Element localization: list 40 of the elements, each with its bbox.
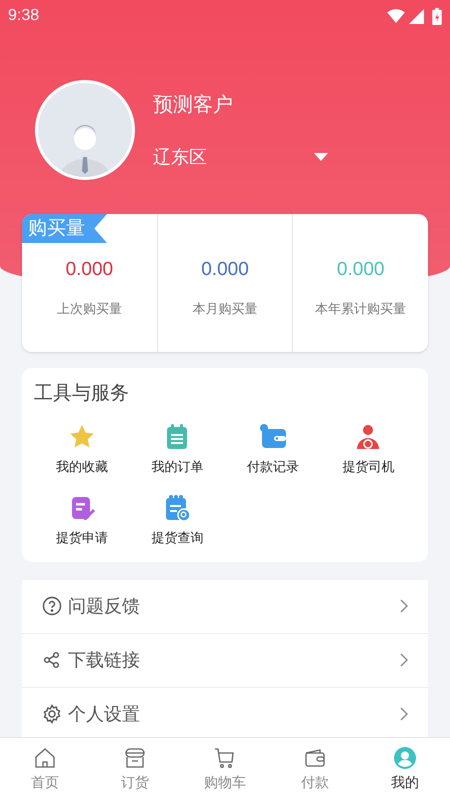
settings-icon — [42, 704, 62, 724]
wallet-icon — [258, 422, 287, 450]
tab-item[interactable]: 付款 — [270, 738, 360, 800]
tab-item[interactable]: 首页 — [0, 738, 90, 800]
tab-item[interactable]: 我的 — [360, 738, 450, 800]
dropdown-caret-icon[interactable] — [314, 153, 328, 161]
chevron-right-icon — [400, 653, 408, 667]
menu-row[interactable]: 问题反馈 — [22, 580, 428, 634]
share-icon — [42, 650, 62, 670]
wifi-icon — [387, 9, 405, 23]
store-icon — [123, 746, 147, 770]
signal-icon — [409, 8, 424, 24]
region-label: 辽东区 — [153, 146, 207, 168]
chevron-right-icon — [400, 707, 408, 721]
tool-item[interactable]: 提货司机 — [320, 422, 416, 476]
stat-label: 本月购买量 — [192, 300, 258, 318]
battery-icon — [432, 8, 442, 24]
document-search-icon — [163, 494, 192, 522]
stat-value: 0.000 — [66, 258, 114, 282]
status-time: 9:38 — [8, 6, 40, 26]
menu-row[interactable]: 下载链接 — [22, 634, 428, 688]
customer-name: 预测客户 — [153, 92, 234, 118]
tool-item[interactable]: 我的收藏 — [34, 422, 130, 476]
tab-item[interactable]: 订货 — [90, 738, 180, 800]
chevron-right-icon — [400, 599, 408, 613]
stat-label: 本年累计购买量 — [315, 300, 406, 318]
help-icon — [42, 596, 62, 616]
stat-label: 上次购买量 — [56, 300, 122, 318]
purchase-tag: 购买量 — [22, 214, 107, 243]
star-icon — [68, 422, 96, 450]
tool-item[interactable]: 提货查询 — [130, 494, 225, 548]
tools-title: 工具与服务 — [34, 382, 130, 406]
tab-item[interactable]: 购物车 — [180, 738, 270, 800]
stat-value: 0.000 — [201, 258, 249, 282]
tool-item[interactable]: 提货申请 — [34, 494, 130, 548]
home-icon — [33, 746, 57, 770]
tool-item[interactable]: 付款记录 — [225, 422, 320, 476]
stat-value: 0.000 — [336, 258, 384, 282]
user-icon — [393, 746, 417, 770]
tool-item[interactable]: 我的订单 — [130, 422, 225, 476]
